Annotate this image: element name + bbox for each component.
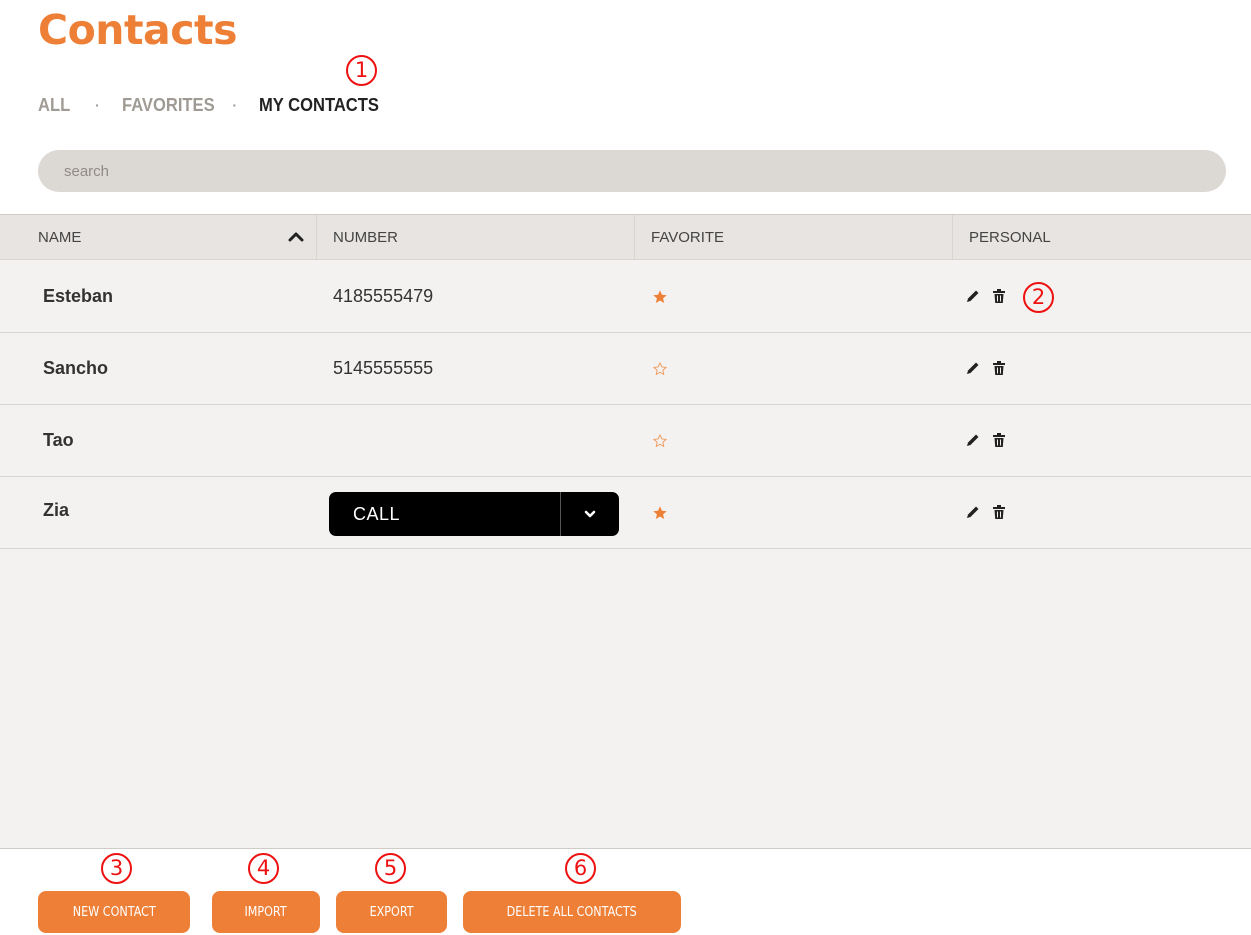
page-title: Contacts — [38, 6, 238, 54]
search-input[interactable] — [38, 150, 1226, 192]
pencil-icon[interactable] — [965, 288, 981, 304]
annotation-marker-2: 2 — [1023, 282, 1054, 313]
search-bar — [38, 150, 1226, 192]
table-row[interactable]: Zia CALL — [0, 476, 1251, 549]
column-header-favorite-label: FAVORITE — [651, 228, 725, 246]
column-header-personal-label: PERSONAL — [969, 228, 1051, 246]
pencil-icon[interactable] — [965, 432, 981, 448]
star-filled-icon[interactable] — [652, 505, 668, 521]
row-actions — [965, 432, 1007, 448]
contact-number: 5145555555 — [333, 358, 434, 378]
chevron-down-icon — [584, 510, 596, 518]
table-row[interactable]: Sancho 5145555555 — [0, 332, 1251, 405]
call-options-toggle[interactable] — [561, 492, 619, 536]
column-header-personal[interactable]: PERSONAL — [952, 215, 1251, 259]
trash-icon[interactable] — [991, 432, 1007, 448]
call-button-label: CALL — [353, 503, 401, 524]
chevron-up-icon[interactable] — [288, 232, 304, 242]
table-row[interactable]: Esteban 4185555479 — [0, 260, 1251, 333]
column-header-number-label: NUMBER — [333, 228, 399, 246]
new-contact-button[interactable]: NEW CONTACT — [38, 891, 190, 933]
contact-name: Zia — [43, 500, 70, 520]
annotation-marker-5: 5 — [375, 853, 406, 884]
table-header: NAME NUMBER FAVORITE PERSONAL — [0, 215, 1251, 260]
annotation-marker-4: 4 — [248, 853, 279, 884]
pencil-icon[interactable] — [965, 504, 981, 520]
contacts-table: NAME NUMBER FAVORITE PERSONAL Esteban 41… — [0, 214, 1251, 849]
export-button-label: EXPORT — [369, 904, 414, 920]
trash-icon[interactable] — [991, 360, 1007, 376]
annotation-marker-3: 3 — [101, 853, 132, 884]
import-button-label: IMPORT — [244, 904, 288, 920]
star-outline-icon[interactable] — [652, 433, 668, 449]
tab-favorites[interactable]: FAVORITES — [122, 95, 215, 116]
contact-name: Esteban — [43, 286, 114, 306]
trash-icon[interactable] — [991, 504, 1007, 520]
delete-all-contacts-button[interactable]: DELETE ALL CONTACTS — [463, 891, 681, 933]
trash-icon[interactable] — [991, 288, 1007, 304]
pencil-icon[interactable] — [965, 360, 981, 376]
column-header-favorite[interactable]: FAVORITE — [634, 215, 952, 259]
tab-separator: · — [95, 97, 100, 113]
annotation-marker-1: 1 — [346, 55, 377, 86]
contact-name: Tao — [43, 430, 74, 450]
tab-separator: · — [232, 97, 238, 113]
star-filled-icon[interactable] — [652, 289, 668, 305]
table-row[interactable]: Tao — [0, 404, 1251, 477]
contact-number: 4185555479 — [333, 286, 434, 306]
tab-all[interactable]: ALL — [38, 95, 70, 116]
delete-all-contacts-button-label: DELETE ALL CONTACTS — [506, 904, 638, 920]
new-contact-button-label: NEW CONTACT — [72, 904, 156, 920]
annotation-marker-6: 6 — [565, 853, 596, 884]
row-actions — [965, 360, 1007, 376]
column-header-number[interactable]: NUMBER — [316, 215, 634, 259]
row-actions — [965, 504, 1007, 520]
tab-my-contacts[interactable]: MY CONTACTS — [259, 95, 379, 116]
star-outline-icon[interactable] — [652, 361, 668, 377]
row-actions — [965, 288, 1007, 304]
filter-tabs: ALL · FAVORITES · MY CONTACTS — [38, 93, 389, 117]
export-button[interactable]: EXPORT — [336, 891, 447, 933]
contact-name: Sancho — [43, 358, 109, 378]
import-button[interactable]: IMPORT — [212, 891, 320, 933]
call-button[interactable]: CALL — [329, 492, 619, 536]
column-header-name[interactable]: NAME — [22, 215, 316, 259]
column-header-name-label: NAME — [38, 228, 82, 246]
